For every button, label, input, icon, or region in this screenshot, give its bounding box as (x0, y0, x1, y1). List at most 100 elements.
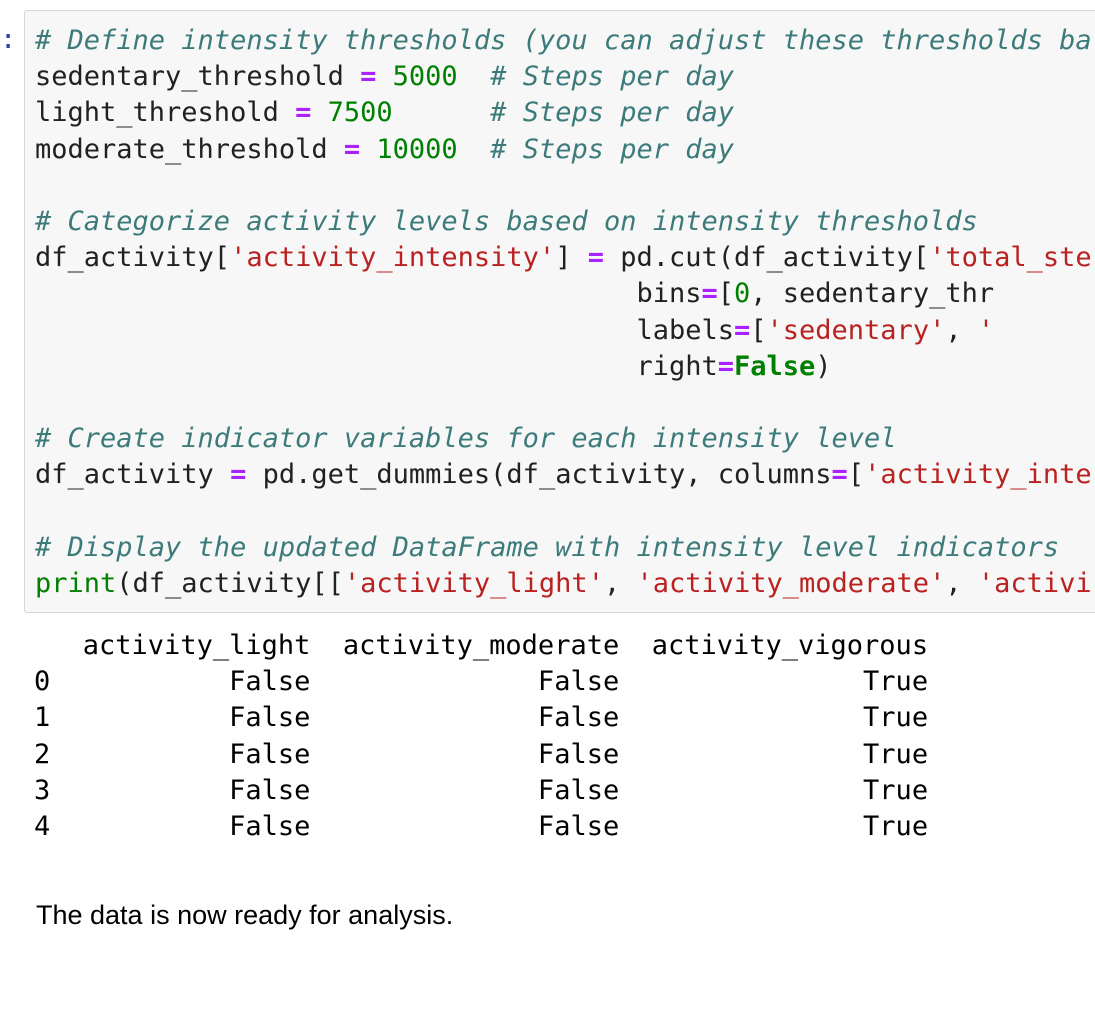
output-cell: True (619, 666, 929, 698)
code-token-plain: df_activity (35, 459, 231, 491)
code-line: sedentary_threshold = 5000 # Steps per d… (35, 59, 1092, 95)
output-cell: True (619, 774, 929, 806)
code-token-op: = (343, 133, 361, 165)
cell-prompt: : (0, 24, 17, 55)
code-token-plain: moderate_threshold (35, 133, 344, 165)
output-cell: False (310, 774, 620, 806)
output-cell: False (82, 666, 311, 698)
code-token-str: 'sedentary' (766, 314, 946, 346)
code-token-num: 5000 (392, 61, 458, 93)
code-token-op: = (587, 242, 604, 274)
output-header-row: activity_light activity_moderate activit… (34, 628, 928, 664)
code-token-plain: bins (35, 278, 702, 310)
code-token-comment: # Steps per day (490, 133, 735, 165)
code-token-num: 0 (734, 278, 751, 310)
code-line: print(df_activity[['activity_light', 'ac… (35, 566, 1092, 602)
code-token-op: = (295, 97, 312, 129)
code-line: df_activity = pd.get_dummies(df_activity… (35, 457, 1092, 493)
markdown-text: The data is now ready for analysis. (36, 900, 454, 930)
output-cell: False (82, 774, 311, 806)
code-token-plain: [ (750, 314, 767, 346)
code-line: ​ (35, 168, 1092, 204)
code-token-str: 'total_ste (929, 242, 1092, 274)
code-token-str: ' (977, 314, 995, 346)
code-line: ​ (35, 385, 1092, 421)
output-cell: False (310, 702, 620, 734)
output-index-pad (34, 630, 83, 661)
code-token-comment: # Create indicator variables for each in… (35, 423, 897, 455)
code-token-plain: df_activity[ (35, 242, 231, 274)
code-token-plain: , (603, 567, 637, 599)
code-token-comment: # Define intensity thresholds (you can a… (35, 25, 1092, 56)
code-line: light_threshold = 7500 # Steps per day (35, 95, 1092, 131)
code-token-plain: pd.cut(df_activity[ (603, 242, 930, 274)
code-token-plain: pd.get_dummies(df_activity, columns (246, 459, 832, 491)
output-cell: False (310, 666, 620, 698)
code-token-builtin: print (35, 567, 117, 599)
code-line: df_activity['activity_intensity'] = pd.c… (35, 240, 1092, 276)
cell-output: activity_light activity_moderate activit… (34, 628, 928, 845)
output-cell: True (619, 738, 929, 770)
code-token-plain: sedentary_threshold (35, 61, 361, 93)
code-token-plain: , (945, 314, 978, 346)
code-token-str: 'activity_light' (343, 567, 604, 599)
code-token-plain: right (35, 350, 718, 382)
code-line: right=False) (35, 349, 1092, 385)
code-line: ​ (35, 493, 1092, 529)
code-token-op: = (831, 459, 848, 491)
output-row: 2 False False True (34, 737, 928, 773)
code-text[interactable]: # Define intensity thresholds (you can a… (35, 23, 1092, 602)
output-row-index: 1 (34, 702, 83, 734)
output-column-header: activity_moderate (310, 630, 620, 661)
code-token-plain: (df_activity[[ (116, 567, 344, 599)
code-line: bins=[0, sedentary_thr (35, 276, 1092, 312)
output-cell: True (619, 702, 929, 734)
code-token-comment: # Steps per day (490, 97, 735, 129)
code-token-op: = (717, 350, 734, 382)
code-token-op: = (360, 61, 377, 93)
code-token-plain: , (945, 567, 978, 599)
code-line: # Create indicator variables for each in… (35, 421, 1092, 457)
output-row: 1 False False True (34, 700, 928, 736)
code-token-plain: ) (815, 350, 832, 382)
code-token-str: 'activity_intensity' (230, 242, 556, 274)
code-token-comment: # Display the updated DataFrame with int… (35, 531, 1060, 563)
code-line: labels=['sedentary', ' (35, 313, 1092, 349)
code-token-plain: labels (35, 314, 734, 346)
output-row: 3 False False True (34, 773, 928, 809)
code-token-plain: [ (717, 278, 735, 310)
output-cell: False (82, 702, 311, 734)
code-line: # Define intensity thresholds (you can a… (35, 23, 1092, 59)
code-token-plain: , sedentary_thr (750, 278, 995, 310)
output-row-index: 2 (34, 738, 83, 770)
code-token-num: 10000 (376, 133, 458, 165)
code-line: # Categorize activity levels based on in… (35, 204, 1092, 240)
notebook: : # Define intensity thresholds (you can… (0, 0, 1095, 1009)
output-column-header: activity_light (82, 630, 311, 661)
code-token-plain: light_threshold (35, 97, 296, 129)
output-cell: False (310, 810, 620, 842)
code-token-str: 'activity_moderate' (636, 567, 946, 599)
code-line: moderate_threshold = 10000 # Steps per d… (35, 132, 1092, 168)
code-token-str: 'activity_inte (864, 459, 1092, 491)
code-cell-editor[interactable]: # Define intensity thresholds (you can a… (24, 10, 1095, 613)
output-cell: False (82, 810, 311, 842)
output-cell: False (310, 738, 620, 770)
code-token-str: 'activi (977, 567, 1092, 599)
code-token-num: 7500 (327, 97, 393, 129)
output-cell: True (619, 810, 929, 842)
code-token-op: = (230, 459, 247, 491)
output-row: 4 False False True (34, 809, 928, 845)
code-token-comment: # Categorize activity levels based on in… (35, 205, 978, 237)
code-token-plain: ] (555, 242, 588, 274)
output-row-index: 3 (34, 774, 83, 806)
output-column-header: activity_vigorous (619, 630, 929, 661)
code-token-comment: # Steps per day (490, 61, 735, 93)
code-token-kw: False (734, 350, 816, 382)
code-token-op: = (701, 278, 718, 310)
